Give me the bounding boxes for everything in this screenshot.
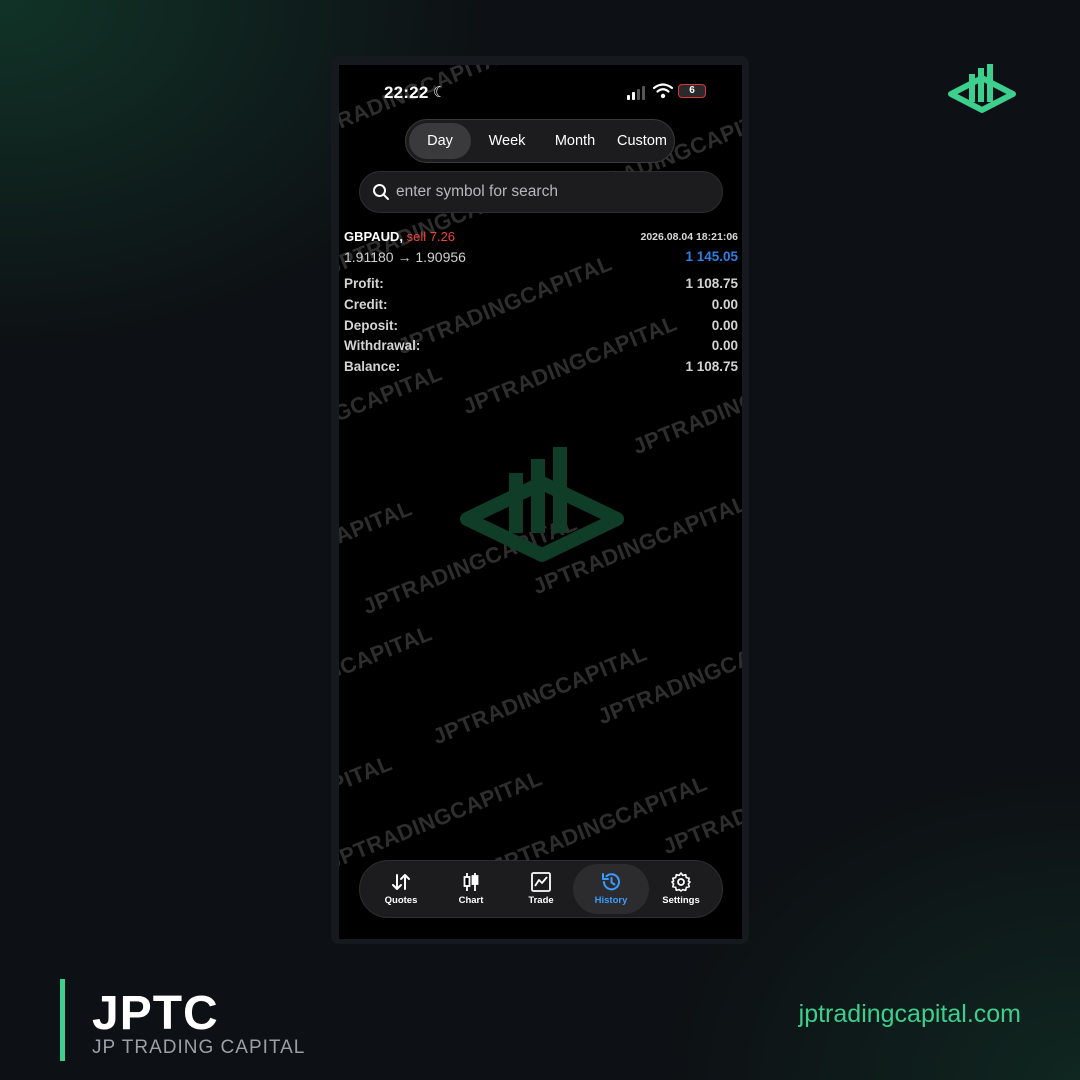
brand-accent-bar (60, 979, 65, 1061)
tab-chart[interactable]: Chart (436, 864, 506, 914)
tab-label: Trade (528, 895, 554, 906)
bottom-tab-bar: Quotes Chart Trade History Settings (359, 860, 723, 918)
signal-icon (627, 86, 649, 100)
history-summary: Profit: 1 108.75 Credit: 0.00 Deposit: 0… (344, 276, 738, 380)
summary-value: 0.00 (711, 317, 738, 333)
summary-label: Credit: (344, 296, 388, 312)
settings-icon (671, 872, 691, 892)
deal-profit: 1 145.05 (685, 249, 738, 264)
moon-icon: ☾ (433, 84, 447, 101)
summary-value: 1 108.75 (685, 359, 738, 375)
summary-row-profit: Profit: 1 108.75 (344, 276, 738, 297)
search-input[interactable] (396, 172, 706, 212)
summary-row-withdrawal: Withdrawal: 0.00 (344, 338, 738, 359)
history-icon (602, 873, 620, 891)
summary-row-credit: Credit: 0.00 (344, 297, 738, 318)
tab-history[interactable]: History (573, 864, 649, 914)
brand-title: JPTC (92, 987, 219, 1040)
tab-day[interactable]: Day (409, 123, 471, 159)
watermark-text: JPTRADINGCAPITAL (594, 620, 742, 730)
tab-week[interactable]: Week (476, 120, 538, 162)
tab-month[interactable]: Month (542, 120, 608, 162)
watermark-logo-icon (460, 447, 624, 562)
tab-label: Chart (458, 895, 484, 906)
deal-direction: sell 7.26 (406, 229, 456, 244)
tab-label: Quotes (384, 895, 418, 906)
tab-custom[interactable]: Custom (609, 120, 675, 162)
battery-icon: 6 (678, 84, 706, 98)
status-bar: 22:22 ☾ 6 (339, 65, 742, 115)
summary-value: 1 108.75 (685, 276, 738, 291)
watermark-text: JPTRADINGCAPITAL (339, 750, 396, 860)
summary-label: Profit: (344, 276, 384, 291)
summary-row-deposit: Deposit: 0.00 (344, 318, 738, 339)
deal-prices: 1.91180 → 1.90956 (344, 249, 466, 265)
summary-label: Withdrawal: (344, 338, 421, 354)
tab-quotes[interactable]: Quotes (366, 864, 436, 914)
tab-label: Settings (662, 895, 700, 906)
search-icon (373, 184, 389, 200)
trade-chart-icon (531, 872, 551, 892)
brand-logo-icon (948, 64, 1016, 113)
watermark-text: JPTRADINGCAPITAL (359, 510, 581, 620)
quotes-icon (392, 874, 410, 890)
watermark-text: JPTRADINGCAPITAL (339, 495, 416, 605)
tab-settings[interactable]: Settings (646, 864, 716, 914)
phone-frame: JPTRADINGCAPITAL JPTRADINGCAPITAL JPTRAD… (331, 56, 749, 944)
watermark-text: JPTRADINGCAPITAL (339, 620, 436, 730)
deal-datetime: 2026.08.04 18:21:06 (640, 231, 739, 243)
app-screen: JPTRADINGCAPITAL JPTRADINGCAPITAL JPTRAD… (339, 65, 742, 939)
deal-symbol: GBPAUD, sell 7.26 (344, 229, 455, 244)
candlestick-icon (463, 873, 479, 891)
summary-label: Balance: (344, 359, 401, 375)
brand-subtitle: JP TRADING CAPITAL (92, 1037, 306, 1058)
status-time: 22:22 (384, 83, 429, 102)
watermark-text: JPTRADINGCAPITAL (529, 490, 742, 600)
summary-label: Deposit: (344, 317, 398, 333)
deal-item[interactable]: GBPAUD, sell 7.26 2026.08.04 18:21:06 1.… (344, 229, 738, 269)
tab-label: History (594, 895, 628, 906)
wifi-icon (653, 83, 673, 99)
summary-row-balance: Balance: 1 108.75 (344, 359, 738, 380)
period-selector: Day Week Month Custom (405, 119, 675, 163)
watermark-text: JPTRADINGCAPITAL (429, 640, 651, 750)
summary-value: 0.00 (711, 338, 738, 354)
search-bar (359, 171, 723, 213)
tab-trade[interactable]: Trade (506, 864, 576, 914)
brand-website: jptradingcapital.com (798, 1000, 1021, 1028)
watermark-text: JPTRADINGCAPITAL (339, 765, 546, 875)
summary-value: 0.00 (711, 296, 738, 312)
watermark-text: JPTRADINGCAPITAL (659, 750, 742, 860)
deal-symbol-name: GBPAUD, (344, 229, 403, 244)
